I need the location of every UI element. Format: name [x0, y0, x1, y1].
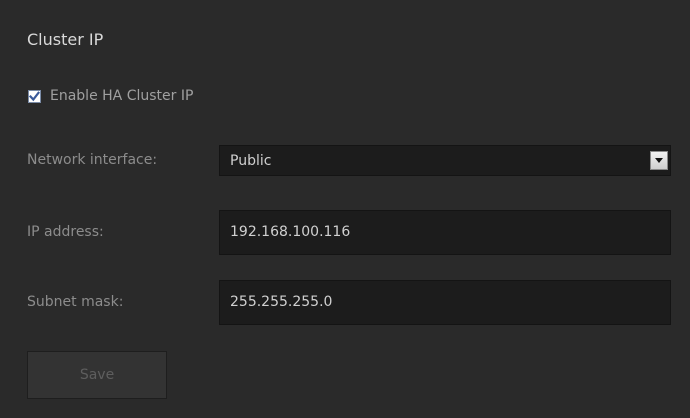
enable-ha-checkbox[interactable] — [28, 89, 41, 103]
check-icon — [29, 90, 40, 101]
ip-address-input[interactable]: 192.168.100.116 — [219, 210, 671, 255]
save-button[interactable]: Save — [27, 351, 167, 399]
enable-ha-row[interactable]: Enable HA Cluster IP — [28, 86, 193, 106]
section-title: Cluster IP — [27, 30, 104, 49]
dropdown-arrow-button[interactable] — [650, 151, 668, 170]
network-interface-select[interactable]: Public — [219, 145, 671, 176]
network-interface-value: Public — [230, 153, 272, 169]
ip-address-label: IP address: — [27, 224, 104, 240]
cluster-ip-panel: Cluster IP Enable HA Cluster IP Network … — [0, 0, 690, 418]
triangle-down-icon — [655, 158, 663, 163]
enable-ha-label: Enable HA Cluster IP — [50, 88, 194, 104]
subnet-mask-input[interactable]: 255.255.255.0 — [219, 280, 671, 325]
subnet-mask-label: Subnet mask: — [27, 294, 124, 310]
network-interface-label: Network interface: — [27, 152, 158, 168]
